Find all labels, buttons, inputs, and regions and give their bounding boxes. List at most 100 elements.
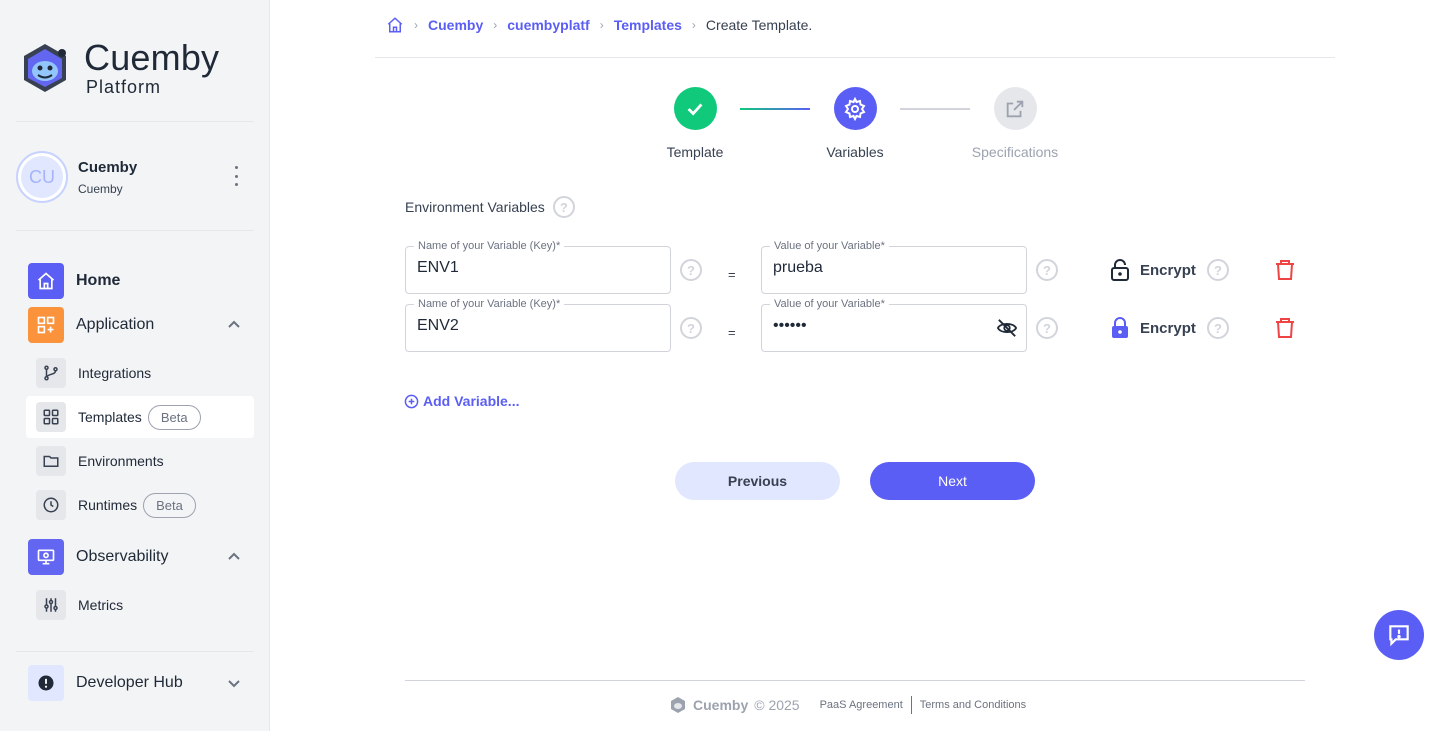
footer-copyright: © 2025 [754, 697, 800, 713]
chat-support-button[interactable] [1374, 610, 1424, 660]
trash-icon[interactable] [1273, 258, 1297, 282]
step-variables: Variables [795, 87, 915, 160]
variable-key-field[interactable]: Name of your Variable (Key)* [405, 240, 671, 294]
step-template: Template [635, 87, 755, 160]
sidebar-item-label: Metrics [78, 597, 124, 613]
home-icon [28, 263, 64, 299]
sidebar-item-label: Environments [78, 453, 164, 469]
sidebar-item-label: Home [76, 272, 121, 289]
avatar[interactable]: CU [16, 151, 68, 203]
brand-name: Cuemby [84, 37, 220, 78]
section-title: Environment Variables ? [405, 196, 575, 218]
sidebar-item-label: Templates [78, 409, 142, 425]
check-icon [673, 87, 717, 130]
encrypt-toggle[interactable]: Encrypt [1110, 317, 1196, 339]
encrypt-label: Encrypt [1140, 261, 1196, 279]
help-icon[interactable]: ? [552, 196, 575, 218]
add-variable-label: Add Variable... [423, 393, 520, 409]
field-label: Value of your Variable* [770, 240, 889, 252]
plus-circle-icon [404, 394, 419, 408]
sidebar-item-home[interactable]: Home [28, 263, 120, 299]
clock-icon [36, 490, 66, 520]
user-org: Cuemby [78, 181, 123, 196]
user-name: Cuemby [78, 158, 138, 176]
breadcrumb-link-templates[interactable]: Templates [614, 17, 682, 33]
chevron-right-icon: › [493, 18, 498, 32]
divider [405, 680, 1305, 681]
beta-badge: Beta [143, 492, 196, 518]
sidebar: Cuemby Platform CU Cuemby Cuemby Home Ap… [0, 0, 270, 731]
help-icon[interactable]: ? [1207, 317, 1229, 339]
field-label: Name of your Variable (Key)* [414, 298, 565, 310]
equals-sign: = [728, 267, 736, 282]
divider [375, 57, 1335, 58]
footer-brand: Cuemby [693, 697, 749, 713]
variable-key-input[interactable] [417, 317, 637, 335]
eye-off-icon[interactable] [996, 318, 1018, 338]
cuemby-mascot-icon [24, 44, 66, 92]
home-icon[interactable] [386, 16, 404, 34]
chevron-down-icon[interactable] [226, 675, 242, 691]
sidebar-item-observability[interactable]: Observability [28, 539, 168, 575]
divider [910, 696, 912, 714]
gear-icon [833, 87, 877, 130]
sidebar-item-label: Application [76, 316, 155, 333]
encrypt-toggle[interactable]: Encrypt [1110, 259, 1196, 281]
help-icon[interactable]: ? [680, 317, 702, 339]
breadcrumb-link-project[interactable]: cuembyplatf [507, 17, 589, 33]
footer: Cuemby © 2025 PaaS Agreement Terms and C… [669, 696, 1026, 714]
next-button[interactable]: Next [870, 462, 1035, 500]
breadcrumb-current: Create Template. [705, 17, 813, 33]
external-link-icon [993, 87, 1037, 130]
chevron-up-icon[interactable] [226, 317, 242, 333]
unlock-icon [1111, 259, 1129, 281]
variable-key-field[interactable]: Name of your Variable (Key)* [405, 298, 671, 352]
sidebar-item-metrics[interactable]: Metrics [26, 584, 254, 626]
sidebar-item-runtimes[interactable]: Runtimes Beta [26, 484, 254, 526]
user-menu-kebab-icon[interactable] [232, 166, 240, 186]
help-icon[interactable]: ? [1036, 317, 1058, 339]
terms-link[interactable]: Terms and Conditions [920, 699, 1026, 711]
field-label: Name of your Variable (Key)* [414, 240, 565, 252]
variable-value-input[interactable] [773, 317, 993, 335]
sidebar-item-application[interactable]: Application [28, 307, 154, 343]
sidebar-item-label: Developer Hub [76, 674, 183, 691]
help-icon[interactable]: ? [680, 259, 702, 281]
lock-icon [1112, 317, 1128, 338]
sidebar-item-integrations[interactable]: Integrations [26, 352, 254, 394]
divider [16, 230, 254, 231]
variable-key-input[interactable] [417, 259, 637, 277]
step-label: Template [666, 144, 724, 160]
beta-badge: Beta [147, 404, 201, 430]
sliders-icon [36, 590, 66, 620]
divider [16, 651, 254, 652]
equals-sign: = [728, 325, 736, 340]
help-icon[interactable]: ? [1036, 259, 1058, 281]
chevron-up-icon[interactable] [226, 549, 242, 565]
grid-plus-icon [28, 307, 64, 343]
help-icon[interactable]: ? [1207, 259, 1229, 281]
breadcrumb: › Cuemby › cuembyplatf › Templates › Cre… [386, 16, 812, 34]
field-label: Value of your Variable* [770, 298, 889, 310]
add-variable-link[interactable]: Add Variable... [404, 393, 519, 409]
git-branch-icon [36, 358, 66, 388]
brand-subtitle: Platform [86, 77, 162, 97]
sidebar-item-environments[interactable]: Environments [26, 440, 254, 482]
previous-button[interactable]: Previous [675, 462, 840, 500]
alert-circle-icon [28, 665, 64, 701]
trash-icon[interactable] [1273, 316, 1297, 340]
monitor-icon [28, 539, 64, 575]
sidebar-item-developer-hub[interactable]: Developer Hub [28, 665, 183, 701]
divider [16, 121, 254, 122]
brand-logo[interactable]: Cuemby Platform [18, 40, 219, 96]
folder-icon [36, 446, 66, 476]
paas-agreement-link[interactable]: PaaS Agreement [820, 699, 903, 711]
breadcrumb-link-cuemby[interactable]: Cuemby [428, 17, 483, 33]
variable-value-input[interactable] [773, 259, 993, 277]
step-specifications: Specifications [955, 87, 1075, 160]
sidebar-item-templates[interactable]: Templates Beta [26, 396, 254, 438]
chevron-right-icon: › [691, 18, 696, 32]
variable-value-field[interactable]: Value of your Variable* [761, 298, 1027, 352]
sidebar-item-label: Integrations [78, 365, 152, 381]
variable-value-field[interactable]: Value of your Variable* [761, 240, 1027, 294]
